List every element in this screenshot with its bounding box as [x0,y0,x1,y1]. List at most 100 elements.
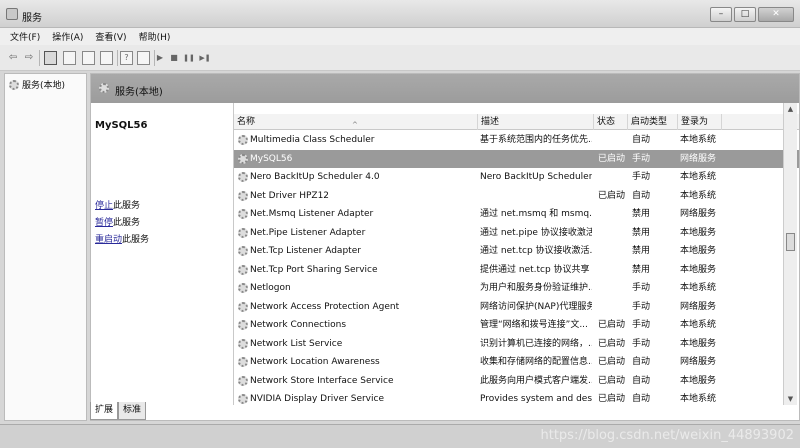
service-status-cell [598,298,630,316]
table-row[interactable]: Network Access Protection Agent 网络访问保护(NA… [234,298,799,317]
service-startup-type-cell: 手动 [632,320,651,330]
service-gear-icon [238,301,248,312]
table-row[interactable]: Net.Pipe Listener Adapter 通过 net.pipe 协议接… [234,224,799,243]
service-logon-cell: 本地服务 [680,338,717,349]
table-row[interactable]: MySQL56 已启动 手动 网络服务 [234,149,799,168]
table-header: 名称 ^ 描述 状态 启动类型 登录为 [234,114,799,130]
service-description-cell [480,187,592,205]
service-logon-cell: 本地系统 [680,172,717,182]
service-logon-cell: 网络服务 [680,357,717,367]
tree-item-services-local[interactable]: 服务(本地) [9,78,65,91]
service-logon-cell: 本地服务 [680,246,717,256]
scroll-down-arrow-icon[interactable]: ▼ [784,393,797,405]
service-gear-icon [238,338,248,349]
table-row[interactable]: Net.Tcp Port Sharing Service 提供通过 net.tcp… [234,261,799,280]
stop-service-icon[interactable]: ■ [168,51,180,65]
service-logon-cell: 本地服务 [680,264,717,275]
column-header-name[interactable]: 名称 ^ [234,114,478,130]
service-gear-icon [238,135,248,145]
service-description-cell [480,150,592,168]
service-gear-icon [238,209,248,219]
minimize-button[interactable]: – [710,7,732,22]
scroll-up-arrow-icon[interactable]: ▲ [784,103,797,115]
table-row[interactable]: Network Store Interface Service 此服务向用户模式客… [234,372,799,391]
service-logon-cell: 本地系统 [680,394,717,404]
service-name-cell: Net.Tcp Listener Adapter [250,246,361,256]
close-button[interactable]: ✕ [758,7,794,22]
table-row[interactable]: Net Driver HPZ12 已启动 自动 本地系统 [234,187,799,206]
table-row[interactable]: Net.Tcp Listener Adapter 通过 net.tcp 协议接收激… [234,242,799,261]
table-row[interactable]: Multimedia Class Scheduler 基于系统范围内的任务优先..… [234,131,799,150]
services-gear-icon [99,83,109,93]
help-icon[interactable]: ? [120,51,133,65]
service-gear-icon [238,283,248,293]
service-startup-type-cell: 禁用 [632,264,651,275]
service-name-cell: Netlogon [250,283,291,293]
service-name-cell: Network Connections [250,320,347,330]
action-suffix: 此服务 [113,201,141,211]
show-console-tree-icon[interactable] [44,51,57,65]
table-row[interactable]: Net.Msmq Listener Adapter 通过 net.msmq 和 m… [234,205,799,224]
tab-standard[interactable]: 标准 [118,402,147,420]
menu-file[interactable]: 文件(F) [10,30,40,43]
export-list-icon[interactable] [100,51,113,65]
service-status-cell: 已启动 [598,320,626,330]
forward-arrow-icon[interactable]: ⇨ [22,51,36,65]
service-name-cell: Network Location Awareness [250,357,380,367]
menu-view[interactable]: 查看(V) [95,30,126,43]
service-status-cell [598,261,630,279]
service-startup-type-cell: 自动 [632,357,651,367]
service-logon-cell: 本地服务 [680,227,717,238]
service-description-cell: Nero BackItUp Scheduler ... [480,172,592,182]
back-arrow-icon[interactable]: ⇦ [6,51,20,65]
service-startup-type-cell: 手动 [632,172,651,182]
services-gear-icon [9,79,19,90]
menu-action[interactable]: 操作(A) [52,30,83,43]
services-pane: 服务(本地) MySQL56 停止此服务 暂停此服务 重启动此服务 名称 ^ 描述… [90,73,800,421]
maximize-button[interactable]: □ [734,7,756,22]
table-row[interactable]: Netlogon 为用户和服务身份验证维护... 手动 本地系统 [234,279,799,298]
column-header-status[interactable]: 状态 [594,114,628,130]
service-logon-cell: 本地系统 [680,135,717,145]
service-status-cell: 已启动 [598,153,626,164]
stop-service-link[interactable]: 停止 [95,201,113,211]
start-service-icon[interactable]: ▶ [154,51,166,65]
service-name-cell: Multimedia Class Scheduler [250,135,375,145]
restart-service-link[interactable]: 重启动 [95,235,122,245]
table-row[interactable]: Nero BackItUp Scheduler 4.0 Nero BackItUp… [234,168,799,187]
service-status-cell [598,279,630,297]
vertical-scrollbar[interactable]: ▲ ▼ [783,103,797,405]
service-startup-type-cell: 自动 [632,375,651,386]
extended-description-panel: MySQL56 停止此服务 暂停此服务 重启动此服务 [91,103,231,403]
table-row[interactable]: Network List Service 识别计算机已连接的网络，... 已启动 手动… [234,335,799,354]
service-startup-type-cell: 自动 [632,190,651,201]
column-header-description[interactable]: 描述 [478,114,594,130]
service-logon-cell: 网络服务 [680,301,717,312]
action-suffix: 此服务 [113,218,141,228]
service-description-cell: 提供通过 net.tcp 协议共享 T... [480,264,592,275]
scrollbar-thumb[interactable] [786,233,795,251]
console-list-icon[interactable] [63,51,76,65]
action-restart: 重启动此服务 [95,232,149,245]
table-row[interactable]: NVIDIA Display Driver Service Provides sy… [234,390,799,405]
service-name-cell: Net Driver HPZ12 [250,190,330,201]
pause-service-link[interactable]: 暂停 [95,218,113,228]
refresh-icon[interactable] [82,51,95,65]
pause-service-icon[interactable]: ❚❚ [183,51,195,65]
table-row[interactable]: Network Location Awareness 收集和存储网络的配置信息..… [234,353,799,372]
service-description-cell: 通过 net.tcp 协议接收激活... [480,246,592,256]
view-tabs: 扩展 标准 [90,402,147,420]
tab-extended[interactable]: 扩展 [90,402,119,420]
column-header-log-on-as[interactable]: 登录为 [678,114,722,130]
service-gear-icon [238,153,248,164]
properties-icon[interactable] [137,51,150,65]
restart-service-icon[interactable]: ▶❚ [198,51,212,65]
menu-help[interactable]: 帮助(H) [139,30,171,43]
column-header-startup-type[interactable]: 启动类型 [628,114,678,130]
service-gear-icon [238,264,248,275]
service-description-cell: 网络访问保护(NAP)代理服务... [480,301,592,312]
table-row[interactable]: Network Connections 管理“网络和拨号连接”文... 已启动 手动 本… [234,316,799,335]
service-gear-icon [238,357,248,367]
service-name-cell: Network Store Interface Service [250,375,394,386]
service-name-cell: Nero BackItUp Scheduler 4.0 [250,172,380,182]
